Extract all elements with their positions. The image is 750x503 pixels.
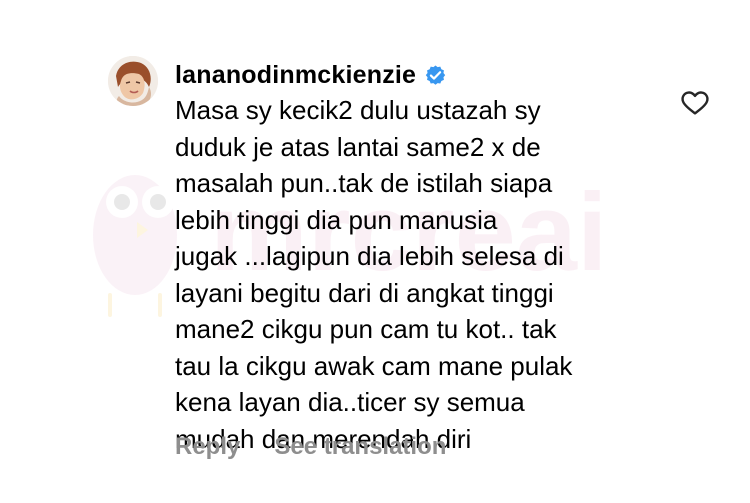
comment-text: Masa sy kecik2 dulu ustazah sy duduk je … (175, 95, 573, 454)
comment-actions: Reply See translation (175, 433, 446, 461)
avatar-image (108, 56, 158, 106)
username[interactable]: lananodinmckienzie (175, 61, 416, 90)
heart-outline-icon[interactable] (678, 86, 712, 118)
see-translation-button[interactable]: See translation (274, 433, 446, 461)
avatar[interactable] (108, 56, 158, 106)
reply-button[interactable]: Reply (175, 433, 240, 461)
verified-badge-icon (425, 64, 446, 85)
comment: lananodinmckienzie Masa sy kecik2 dulu u… (0, 0, 750, 503)
username-row: lananodinmckienzie (175, 58, 447, 92)
